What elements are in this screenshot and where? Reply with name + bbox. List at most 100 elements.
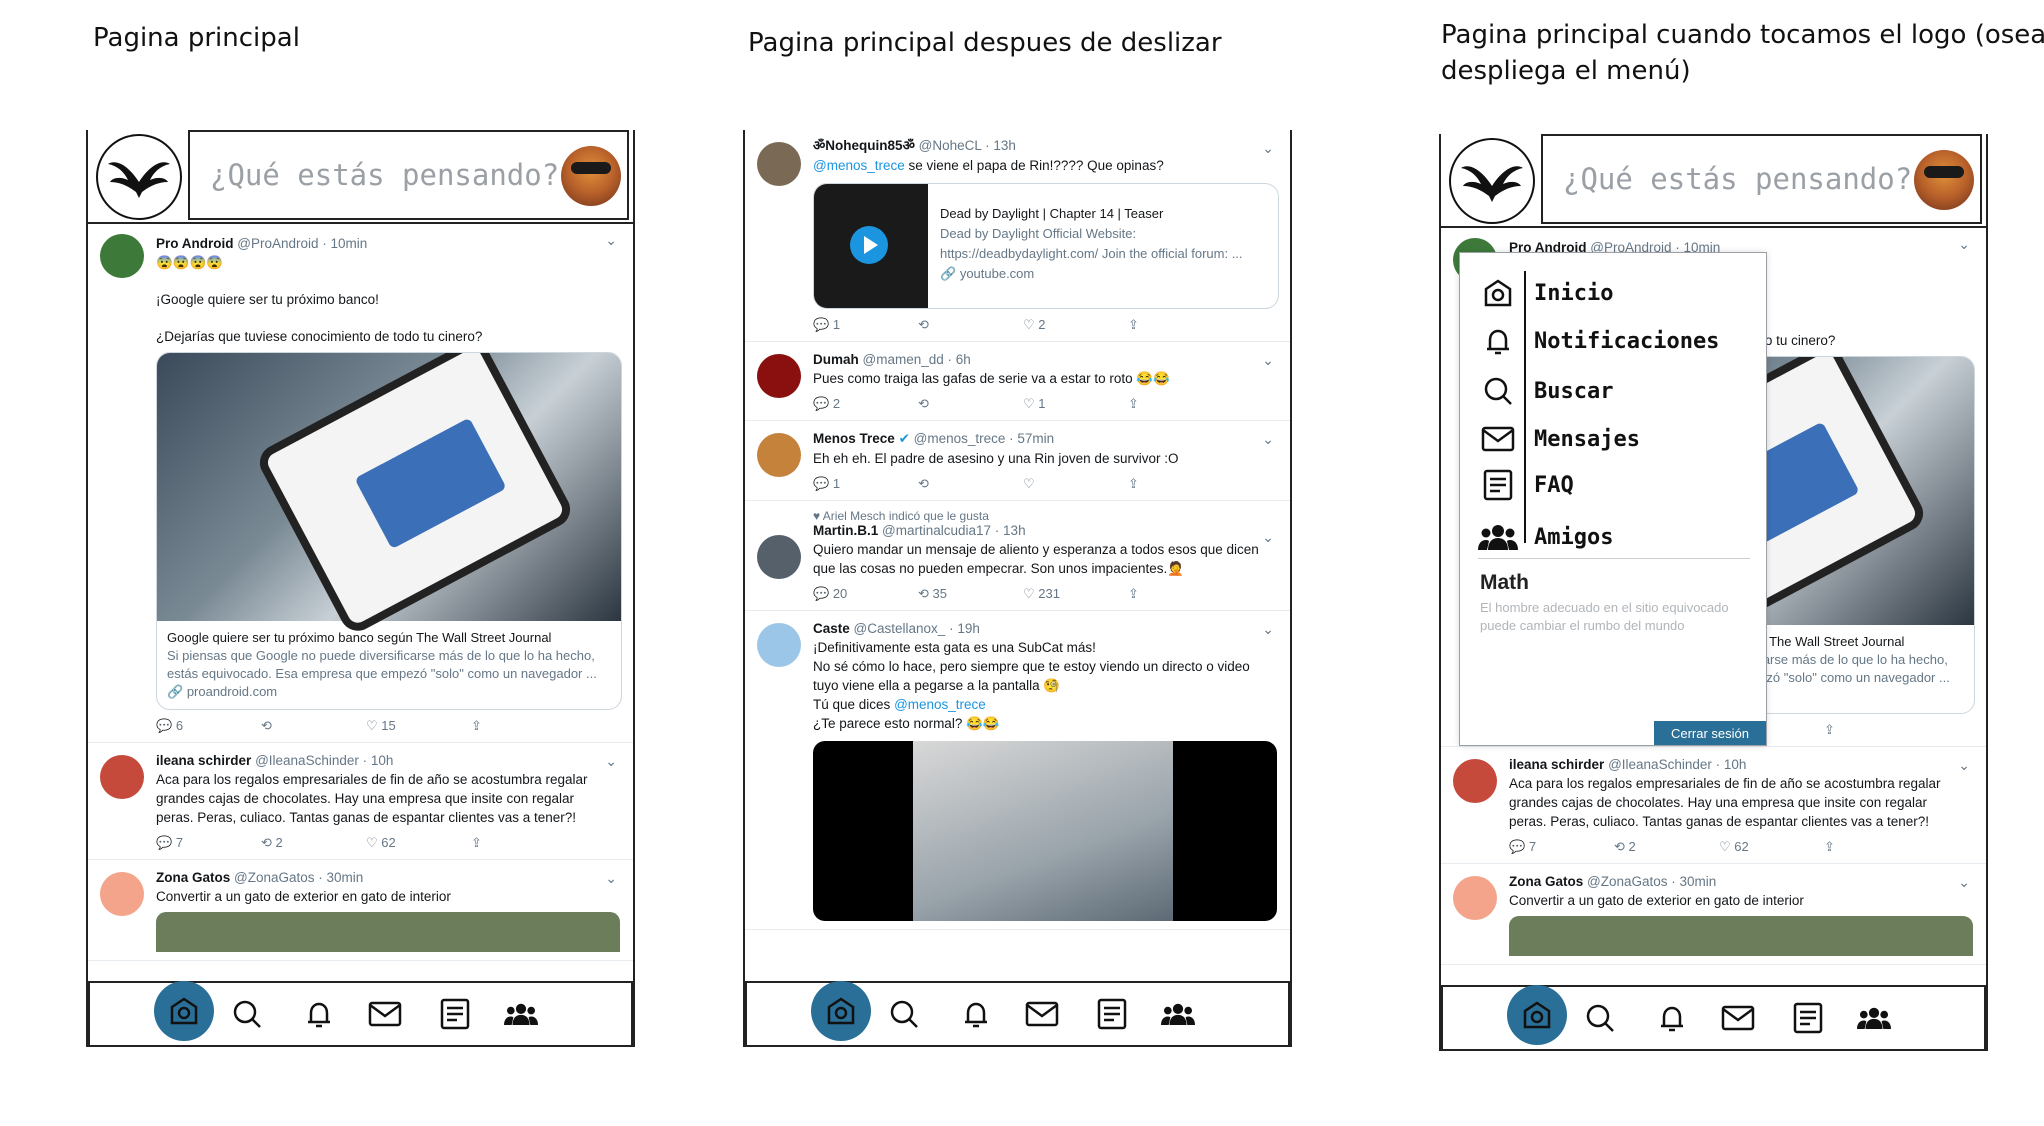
tweet[interactable]: ileana schirder @IleanaSchinder · 10h ⌄ …: [1441, 747, 1986, 864]
nav-friends-button[interactable]: [1857, 1001, 1891, 1035]
tweet[interactable]: Pro Android @ProAndroid · 10min ⌄ 😨😨😨😨 ¡…: [88, 222, 633, 743]
author-handle[interactable]: @ZonaGatos: [1587, 874, 1668, 889]
like-button[interactable]: ♡: [1023, 476, 1128, 492]
author-handle[interactable]: @martinalcudia17: [882, 523, 991, 538]
menu-item-inicio[interactable]: Inicio: [1478, 273, 1613, 313]
play-icon[interactable]: [850, 226, 888, 264]
video-card[interactable]: Dead by Daylight | Chapter 14 | Teaser D…: [813, 183, 1279, 309]
timeline[interactable]: Pro Android @ProAndroid · 10min ⌄ 😨😨😨😨 ¡…: [88, 222, 633, 979]
share-icon[interactable]: ⇪: [1128, 476, 1233, 492]
retweet-button[interactable]: ⟲ 35: [918, 586, 1023, 602]
avatar[interactable]: [757, 142, 801, 186]
chevron-down-icon[interactable]: ⌄: [1262, 529, 1274, 546]
like-button[interactable]: ♡ 62: [1719, 839, 1824, 855]
nav-home-button[interactable]: [1507, 985, 1567, 1045]
logo-button[interactable]: [1449, 138, 1535, 224]
chevron-down-icon[interactable]: ⌄: [1958, 236, 1970, 253]
share-icon[interactable]: ⇪: [1824, 722, 1929, 738]
chevron-down-icon[interactable]: ⌄: [1262, 431, 1274, 448]
author-handle[interactable]: @NoheCL: [919, 138, 982, 153]
like-button[interactable]: ♡ 15: [366, 718, 471, 734]
avatar[interactable]: [100, 755, 144, 799]
author-name[interactable]: ileana schirder: [156, 753, 251, 768]
mention-link[interactable]: @menos_trece: [813, 158, 905, 173]
tweet[interactable]: Menos Trece ✔ @menos_trece · 57min ⌄ Eh …: [745, 421, 1290, 501]
reply-button[interactable]: 💬 1: [813, 476, 918, 492]
avatar[interactable]: [1453, 876, 1497, 920]
share-icon[interactable]: ⇪: [1128, 396, 1233, 412]
author-handle[interactable]: @IleanaSchinder: [255, 753, 359, 768]
retweet-button[interactable]: ⟲: [918, 476, 1023, 492]
author-name[interactable]: Dumah: [813, 352, 859, 367]
nav-notifications-button[interactable]: [302, 997, 336, 1031]
tweet[interactable]: Zona Gatos @ZonaGatos · 30min ⌄ Converti…: [88, 860, 633, 961]
reply-button[interactable]: 💬 7: [1509, 839, 1614, 855]
like-button[interactable]: ♡ 2: [1023, 317, 1128, 333]
nav-friends-button[interactable]: [504, 997, 538, 1031]
share-icon[interactable]: ⇪: [1824, 839, 1929, 855]
menu-item-buscar[interactable]: Buscar: [1478, 371, 1613, 411]
tweet[interactable]: Dumah @mamen_dd · 6h ⌄ Pues como traiga …: [745, 342, 1290, 421]
reply-button[interactable]: 💬 20: [813, 586, 918, 602]
nav-messages-button[interactable]: [1721, 1001, 1755, 1035]
avatar[interactable]: [757, 433, 801, 477]
menu-item-amigos[interactable]: Amigos: [1478, 517, 1613, 557]
tweet[interactable]: ॐNohequin85ॐ @NoheCL · 13h ⌄ @menos_trec…: [745, 130, 1290, 342]
menu-item-mensajes[interactable]: Mensajes: [1478, 419, 1640, 459]
nav-faq-button[interactable]: [1095, 997, 1129, 1031]
share-icon[interactable]: ⇪: [471, 835, 576, 851]
author-name[interactable]: Zona Gatos: [156, 870, 230, 885]
author-name[interactable]: Caste: [813, 621, 850, 636]
chevron-down-icon[interactable]: ⌄: [1262, 140, 1274, 157]
author-name[interactable]: Zona Gatos: [1509, 874, 1583, 889]
avatar[interactable]: [1453, 759, 1497, 803]
chevron-down-icon[interactable]: ⌄: [1262, 352, 1274, 369]
avatar[interactable]: [757, 354, 801, 398]
tweet[interactable]: Caste @Castellanox_ · 19h ⌄ ¡Definitivam…: [745, 611, 1290, 930]
author-handle[interactable]: @ZonaGatos: [234, 870, 315, 885]
tweet[interactable]: ♥ Ariel Mesch indicó que le gusta Martin…: [745, 501, 1290, 611]
nav-faq-button[interactable]: [438, 997, 472, 1031]
compose-box[interactable]: ¿Qué estás pensando?: [188, 130, 629, 220]
profile-name[interactable]: Math: [1480, 571, 1529, 595]
share-icon[interactable]: ⇪: [1128, 586, 1233, 602]
chevron-down-icon[interactable]: ⌄: [605, 753, 617, 770]
author-handle[interactable]: @mamen_dd: [863, 352, 944, 367]
compose-placeholder[interactable]: ¿Qué estás pensando?: [210, 158, 559, 192]
retweet-button[interactable]: ⟲ 2: [1614, 839, 1719, 855]
chevron-down-icon[interactable]: ⌄: [1262, 621, 1274, 638]
reply-button[interactable]: 💬 6: [156, 718, 261, 734]
tweet[interactable]: Zona Gatos @ZonaGatos · 30min ⌄ Converti…: [1441, 864, 1986, 965]
like-button[interactable]: ♡ 1: [1023, 396, 1128, 412]
nav-messages-button[interactable]: [1025, 997, 1059, 1031]
timeline[interactable]: ॐNohequin85ॐ @NoheCL · 13h ⌄ @menos_trec…: [745, 130, 1290, 981]
nav-search-button[interactable]: [230, 997, 264, 1031]
reply-button[interactable]: 💬 7: [156, 835, 261, 851]
author-handle[interactable]: @menos_trece: [914, 431, 1006, 446]
author-handle[interactable]: @IleanaSchinder: [1608, 757, 1712, 772]
chevron-down-icon[interactable]: ⌄: [605, 232, 617, 249]
author-name[interactable]: Menos Trece: [813, 431, 895, 446]
author-name[interactable]: Pro Android: [156, 236, 234, 251]
avatar[interactable]: [100, 234, 144, 278]
share-icon[interactable]: ⇪: [471, 718, 576, 734]
nav-search-button[interactable]: [887, 997, 921, 1031]
user-avatar[interactable]: [1914, 150, 1974, 210]
author-name[interactable]: Martin.B.1: [813, 523, 878, 538]
user-avatar[interactable]: [561, 146, 621, 206]
logo-button[interactable]: [96, 134, 182, 220]
retweet-button[interactable]: ⟲: [918, 396, 1023, 412]
chevron-down-icon[interactable]: ⌄: [605, 870, 617, 887]
chevron-down-icon[interactable]: ⌄: [1958, 757, 1970, 774]
like-button[interactable]: ♡ 231: [1023, 586, 1128, 602]
author-name[interactable]: ॐNohequin85ॐ: [813, 138, 915, 153]
reply-button[interactable]: 💬 1: [813, 317, 918, 333]
tweet[interactable]: ileana schirder @IleanaSchinder · 10h ⌄ …: [88, 743, 633, 860]
mention-link[interactable]: @menos_trece: [894, 697, 986, 712]
nav-faq-button[interactable]: [1791, 1001, 1825, 1035]
nav-messages-button[interactable]: [368, 997, 402, 1031]
compose-box[interactable]: ¿Qué estás pensando?: [1541, 134, 1982, 224]
avatar[interactable]: [100, 872, 144, 916]
share-icon[interactable]: ⇪: [1128, 317, 1233, 333]
compose-placeholder[interactable]: ¿Qué estás pensando?: [1563, 162, 1912, 196]
